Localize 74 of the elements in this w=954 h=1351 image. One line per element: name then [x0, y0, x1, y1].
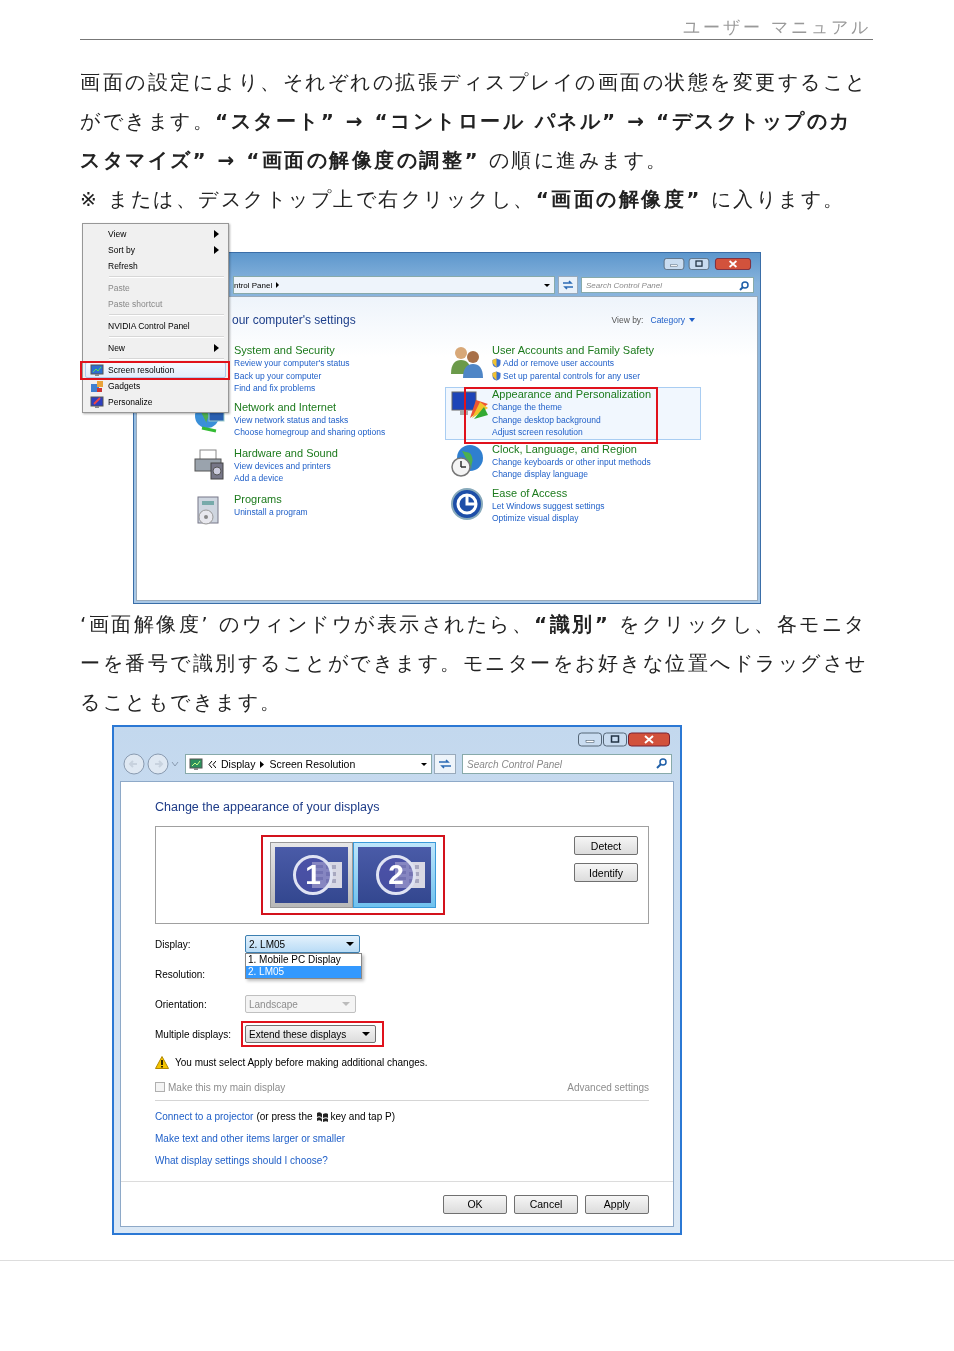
monitor-number: 2 — [376, 855, 416, 895]
field-label: Orientation: — [155, 998, 208, 1010]
menu-item[interactable]: Refresh — [85, 258, 226, 274]
field-label: Display: — [155, 938, 192, 950]
help-link[interactable]: Make text and other items larger or smaller — [155, 1132, 346, 1144]
view-by-label: View by: — [611, 315, 644, 325]
task-link[interactable]: Find and fix problems — [234, 382, 316, 395]
task-link[interactable]: View devices and printers — [234, 459, 331, 472]
page-header: ユーザー マニュアル — [682, 16, 872, 39]
menu-item[interactable]: Personalize — [85, 394, 226, 410]
task-link[interactable]: Back up your computer — [234, 369, 322, 382]
task-link[interactable]: Let Windows suggest settings — [492, 499, 605, 512]
menu-item[interactable]: NVIDIA Control Panel — [85, 318, 226, 334]
projector-link[interactable]: Connect to a projector — [155, 1110, 254, 1122]
paragraph: ※ または、デスクトップ上で右クリックし、“画面の解像度” に入ります。 — [80, 186, 847, 213]
display-dropdown[interactable]: 2. LM05 — [245, 935, 360, 953]
task-link[interactable]: Set up parental controls for any user — [492, 369, 641, 382]
warning-message: You must select Apply before making additional changes. — [175, 1056, 428, 1068]
category-tile[interactable]: Programs Uninstall a program — [187, 491, 445, 534]
task-link[interactable]: Adjust screen resolution — [492, 426, 583, 439]
breadcrumb[interactable]: Screen Resolution — [269, 758, 356, 771]
category-link[interactable]: Ease of Access — [492, 486, 605, 500]
dialog-button[interactable]: OK — [443, 1194, 507, 1214]
menu-item[interactable]: Gadgets — [85, 378, 226, 394]
hint-text: (or press the — [256, 1110, 313, 1122]
breadcrumb[interactable]: Display — [221, 758, 256, 771]
paragraph: 画面の設定により、それぞれの拡張ディスプレイの画面の状態を変更することができます。“スタート” → “コントロール パネル” → “デスクトップのカスタマイズ” → “画面の解像度の調整” の順に進みます。 — [80, 69, 869, 174]
page-heading: our computer's settings — [232, 313, 356, 327]
field-label: Multiple displays: — [155, 1028, 233, 1040]
side-button[interactable]: Detect — [574, 836, 638, 855]
task-link[interactable]: Change the theme — [492, 401, 562, 414]
paragraph: ‘画面解像度’ のウィンドウが表示されたら、“識別” をクリックし、各モニターを番号で識別することができます。モニターをお好きな位置へドラッグさせることもできます。 — [80, 611, 869, 716]
category-link[interactable]: Programs — [234, 492, 308, 506]
category-link[interactable]: Appearance and Personalization — [492, 388, 651, 401]
task-link[interactable]: Change display language — [492, 468, 588, 481]
page-heading: Change the appearance of your displays — [155, 799, 381, 815]
side-button[interactable]: Identify — [574, 863, 638, 882]
dropdown-option[interactable]: 1. Mobile PC Display — [246, 954, 361, 966]
category-link[interactable]: User Accounts and Family Safety — [492, 344, 654, 357]
hint-text: key and tap P) — [330, 1110, 395, 1122]
task-link[interactable]: Change keyboards or other input methods — [492, 455, 651, 468]
help-link[interactable]: What display settings should I choose? — [155, 1154, 328, 1166]
monitor-tile[interactable]: 2 — [353, 842, 436, 908]
multiple-displays-dropdown[interactable]: Extend these displays — [245, 1025, 376, 1043]
monitor-tile[interactable]: 1 — [270, 842, 353, 908]
field-label: Resolution: — [155, 968, 207, 980]
menu-item[interactable]: View — [85, 226, 226, 242]
category-tile[interactable]: User Accounts and Family Safety Add or remove user accounts Set up parental controls for any user — [445, 343, 701, 385]
dialog-button[interactable]: Cancel — [514, 1194, 578, 1214]
category-link[interactable]: Hardware and Sound — [234, 446, 338, 460]
breadcrumb[interactable]: ntrol Panel — [234, 280, 273, 290]
monitor-number: 1 — [293, 855, 333, 895]
task-link[interactable]: Uninstall a program — [234, 505, 308, 518]
task-link[interactable]: Review your computer's status — [234, 357, 350, 370]
menu-item[interactable]: Sort by — [85, 242, 226, 258]
address-bar[interactable]: ntrol Panel — [233, 276, 555, 294]
category-tile[interactable]: Ease of Access Let Windows suggest settings Optimize visual display — [445, 485, 701, 528]
category-link[interactable]: Network and Internet — [234, 400, 386, 414]
category-link[interactable]: System and Security — [234, 344, 350, 357]
task-link[interactable]: Change desktop background — [492, 413, 601, 426]
view-by-dropdown[interactable]: Category — [650, 315, 685, 325]
task-link[interactable]: Choose homegroup and sharing options — [234, 426, 386, 439]
menu-item[interactable]: New — [85, 340, 226, 356]
dialog-button[interactable]: Apply — [585, 1194, 649, 1214]
task-link[interactable]: View network status and tasks — [234, 413, 349, 426]
category-link[interactable]: Clock, Language, and Region — [492, 442, 651, 456]
category-tile[interactable]: Hardware and Sound View devices and printers Add a device — [187, 445, 445, 488]
search-field[interactable]: Search Control Panel — [462, 754, 672, 775]
task-link[interactable]: Add or remove user accounts — [492, 357, 615, 370]
category-tile[interactable]: Clock, Language, and Region Change keyboards or other input methods Change display language — [445, 441, 701, 484]
search-field[interactable]: Search Control Panel — [581, 277, 754, 293]
task-link[interactable]: Add a device — [234, 472, 284, 485]
address-bar[interactable]: Display Screen Resolution — [185, 754, 432, 775]
task-link[interactable]: Optimize visual display — [492, 512, 579, 525]
